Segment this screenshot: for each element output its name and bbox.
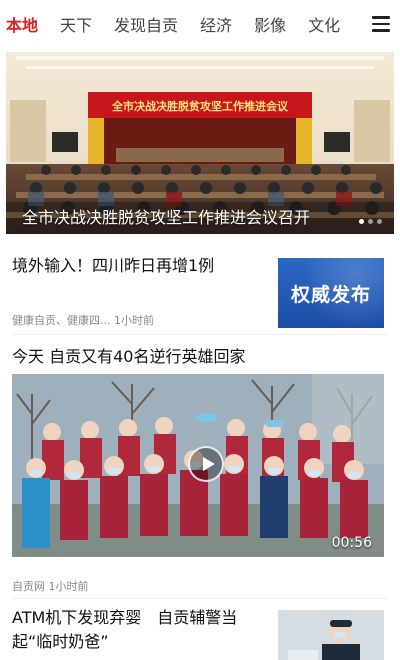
tab-world[interactable]: 天下 — [60, 0, 92, 52]
news-title[interactable]: 今天 自贡又有40名逆行英雄回家 — [12, 343, 245, 367]
play-icon[interactable] — [188, 446, 224, 482]
news-meta: 自贡网 1小时前 — [12, 580, 89, 593]
carousel-dot — [377, 219, 382, 224]
carousel-indicator — [355, 219, 382, 224]
news-thumbnail — [278, 610, 384, 660]
video-duration: 00:56 — [331, 535, 372, 551]
carousel-dot — [368, 219, 373, 224]
hamburger-menu-icon[interactable] — [372, 16, 390, 34]
tab-images[interactable]: 影像 — [254, 0, 286, 52]
news-thumbnail: 权威发布 — [278, 258, 384, 328]
divider — [12, 598, 388, 599]
news-item[interactable]: ATM机下发现弃婴 自贡辅警当起“临时奶爸” — [12, 606, 388, 660]
tab-discover-zigong[interactable]: 发现自贡 — [114, 0, 178, 52]
channel-tabs: 本地 天下 发现自贡 经济 影像 文化 — [0, 0, 362, 52]
carousel-dot — [359, 219, 364, 224]
video-player[interactable]: 00:56 — [12, 374, 384, 557]
divider — [12, 334, 388, 335]
news-meta: 健康自贡、健康四... 1小时前 — [12, 314, 154, 327]
tab-culture[interactable]: 文化 — [308, 0, 340, 52]
tab-economy[interactable]: 经济 — [200, 0, 232, 52]
thumbnail-text: 权威发布 — [290, 283, 371, 306]
hero-banner[interactable]: 全市决战决胜脱贫攻坚工作推进会议 全市决战决胜脱贫攻坚工作推进会议召开 — [6, 52, 394, 234]
top-tab-bar: 本地 天下 发现自贡 经济 影像 文化 — [0, 0, 400, 52]
tab-local[interactable]: 本地 — [6, 0, 38, 52]
hero-caption: 全市决战决胜脱贫攻坚工作推进会议召开 — [22, 208, 311, 227]
hero-banner-text: 全市决战决胜脱贫攻坚工作推进会议 — [111, 99, 289, 113]
news-item[interactable]: 境外输入！四川昨日再增1例 健康自贡、健康四... 1小时前 权威发布 — [12, 250, 388, 330]
news-title: 境外输入！四川昨日再增1例 — [12, 256, 215, 275]
news-title: ATM机下发现弃婴 自贡辅警当起“临时奶爸” — [12, 608, 238, 651]
